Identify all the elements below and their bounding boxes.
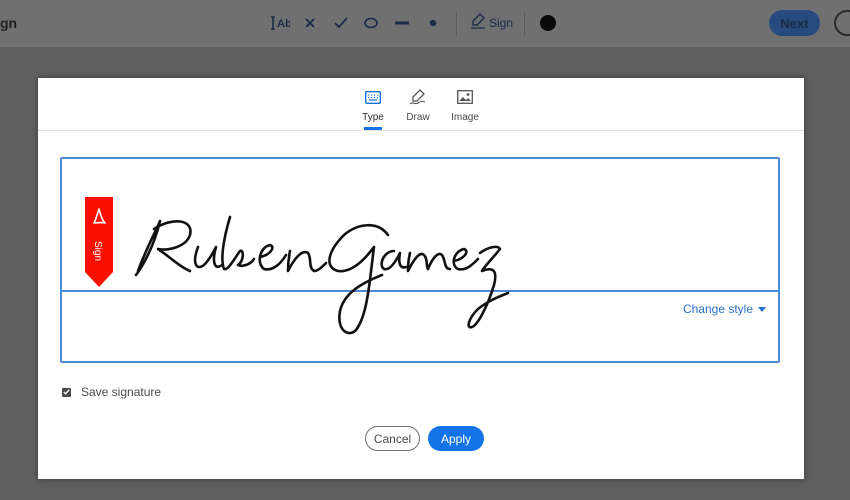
checkmark-icon[interactable]	[334, 13, 348, 33]
signature-preview	[134, 215, 510, 335]
color-circle-icon[interactable]	[539, 13, 557, 33]
change-style-label: Change style	[682, 302, 753, 316]
sign-flag-label: Sign	[92, 241, 103, 261]
svg-text:Ab: Ab	[277, 18, 290, 30]
next-button[interactable]: Next	[769, 10, 820, 36]
checkmark-icon	[63, 389, 70, 395]
cross-icon[interactable]	[304, 13, 316, 33]
cancel-button[interactable]: Cancel	[365, 426, 420, 451]
close-circle-button[interactable]	[834, 10, 850, 36]
sign-tool-button[interactable]: Sign	[470, 12, 514, 34]
signature-dialog: Type Draw Image Sign Change style Save s…	[38, 78, 804, 479]
sign-pen-icon	[470, 12, 486, 34]
page-title-fragment: gn	[0, 15, 18, 31]
signature-input-box[interactable]: Sign Change style	[60, 157, 780, 363]
sign-here-flag: Sign	[85, 197, 113, 287]
caret-down-icon	[758, 306, 766, 312]
keyboard-icon	[365, 88, 381, 106]
save-signature-label: Save signature	[81, 385, 162, 399]
image-icon	[457, 88, 473, 106]
sign-tool-label: Sign	[489, 16, 514, 30]
toolbar-divider	[456, 12, 457, 36]
top-toolbar: gn Ab Sign Next	[0, 0, 850, 47]
dot-icon[interactable]	[429, 13, 437, 33]
tab-image-label: Image	[451, 112, 479, 123]
text-field-icon[interactable]: Ab	[270, 13, 290, 33]
tab-draw-label: Draw	[406, 112, 430, 123]
tab-image[interactable]: Image	[445, 88, 485, 123]
active-tab-indicator	[364, 127, 382, 130]
apply-button[interactable]: Apply	[428, 426, 484, 451]
change-style-dropdown[interactable]: Change style	[683, 302, 766, 316]
save-signature-row: Save signature	[62, 385, 161, 399]
tab-type-label: Type	[362, 112, 384, 123]
pen-icon	[409, 88, 427, 106]
line-icon[interactable]	[395, 13, 409, 33]
tab-type[interactable]: Type	[353, 88, 393, 123]
signature-tabs: Type Draw Image	[38, 78, 804, 131]
save-signature-checkbox[interactable]	[62, 387, 71, 397]
ellipse-icon[interactable]	[364, 13, 378, 33]
toolbar-divider	[524, 12, 525, 36]
tab-draw[interactable]: Draw	[398, 88, 438, 123]
